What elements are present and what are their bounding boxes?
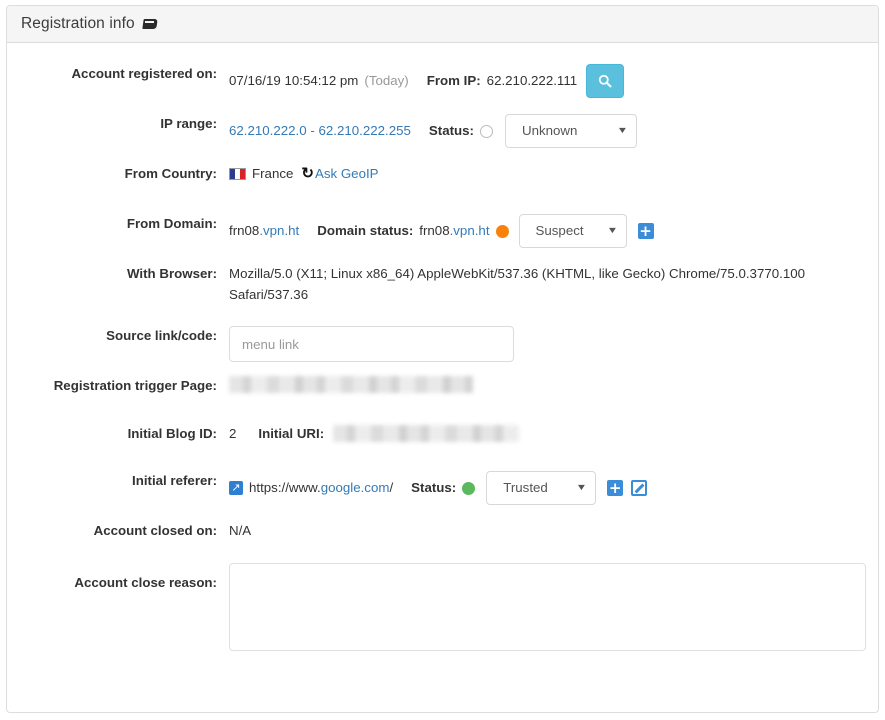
search-icon [599, 74, 612, 88]
label-domain-status: Domain status: [317, 223, 414, 239]
value-with-browser: Mozilla/5.0 (X11; Linux x86_64) AppleWeb… [229, 259, 861, 305]
referer-suffix: / [389, 480, 394, 496]
country-name: France [252, 166, 294, 181]
account-close-reason-textarea[interactable] [229, 563, 866, 651]
book-icon [143, 18, 159, 30]
domain-status-prefix: frn08 [419, 223, 450, 239]
refresh-icon: ↻ [301, 165, 314, 183]
edit-square-icon[interactable] [631, 480, 648, 496]
label-account-close-reason: Account close reason: [74, 575, 217, 590]
value-from-ip: 62.210.222.111 [486, 73, 578, 89]
plus-square-icon[interactable]: + [637, 223, 654, 239]
row-source-link: Source link/code: [17, 321, 868, 371]
registered-relative: (Today) [364, 73, 409, 89]
row-from-country: From Country: France ↻ Ask GeoIP [17, 159, 868, 209]
plus-square-icon[interactable]: + [607, 480, 624, 496]
value-from-domain: frn08 .vpn.ht Domain status: frn08 .vpn.ht… [229, 209, 654, 248]
domain-status-suffix-link[interactable]: .vpn.ht [450, 221, 490, 241]
registered-datetime: 07/16/19 10:54:12 pm [229, 73, 359, 89]
value-initial-referer: ↗ https://www. google.com / Status: Truste… [229, 466, 648, 505]
chevron-down-icon: ▼ [616, 125, 629, 136]
row-initial-blog-id: Initial Blog ID: 2 Initial URI: [17, 419, 868, 466]
referer-domain-link[interactable]: google.com [321, 478, 390, 498]
status-dot-suspect [495, 224, 509, 238]
ip-status-select[interactable]: Unknown ▼ [504, 114, 637, 148]
label-from-domain: From Domain: [126, 216, 217, 231]
registration-info-panel: Registration info Account registered on:… [6, 5, 879, 713]
domain-status-select[interactable]: Suspect ▼ [518, 214, 627, 248]
domain-suffix-link[interactable]: .vpn.ht [259, 221, 299, 241]
row-with-browser: With Browser: Mozilla/5.0 (X11; Linux x8… [17, 259, 868, 321]
ask-geoip-link[interactable]: Ask GeoIP [315, 164, 379, 184]
user-agent-text: Mozilla/5.0 (X11; Linux x86_64) AppleWeb… [229, 266, 806, 302]
label-referer-status: Status: [411, 480, 457, 496]
external-link-icon[interactable]: ↗ [229, 481, 243, 495]
referer-prefix: https://www. [249, 480, 321, 496]
flag-france-icon [229, 167, 246, 180]
panel-body: Account registered on: 07/16/19 10:54:12… [7, 43, 878, 651]
redacted-initial-uri [333, 425, 520, 443]
label-ip-range: IP range: [160, 116, 217, 131]
value-account-registered: 07/16/19 10:54:12 pm (Today) From IP: 62… [229, 59, 625, 98]
label-account-registered: Account registered on: [71, 66, 217, 81]
row-account-close-reason: Account close reason: [17, 563, 868, 651]
value-from-country: France ↻ Ask GeoIP [229, 159, 379, 184]
label-account-closed: Account closed on: [93, 523, 217, 538]
label-ip-status: Status: [428, 123, 474, 139]
row-from-domain: From Domain: frn08 .vpn.ht Domain status:… [17, 209, 868, 259]
source-link-input[interactable] [229, 326, 514, 362]
label-initial-blog-id: Initial Blog ID: [127, 426, 217, 441]
ip-range-link[interactable]: 62.210.222.0 - 62.210.222.255 [229, 121, 411, 141]
referer-status-select-value: Trusted [503, 480, 548, 496]
chevron-down-icon: ▼ [606, 225, 618, 236]
value-ip-range: 62.210.222.0 - 62.210.222.255 Status: Un… [229, 109, 637, 148]
label-registration-trigger-page: Registration trigger Page: [53, 378, 217, 393]
row-ip-range: IP range: 62.210.222.0 - 62.210.222.255 … [17, 109, 868, 159]
row-account-closed: Account closed on: N/A [17, 516, 868, 563]
chevron-down-icon: ▼ [575, 482, 588, 493]
page-title: Registration info [21, 15, 135, 32]
initial-blog-id-value: 2 [229, 426, 237, 441]
panel-header: Registration info [7, 6, 878, 43]
row-initial-referer: Initial referer: ↗ https://www. google.co… [17, 466, 868, 516]
value-initial-blog-id: 2 Initial URI: [229, 419, 520, 444]
ip-search-button[interactable] [586, 64, 625, 98]
row-registration-trigger-page: Registration trigger Page: [17, 371, 868, 419]
label-from-ip: From IP: [426, 73, 481, 89]
label-initial-referer: Initial referer: [132, 473, 217, 488]
value-registration-trigger-page [229, 371, 473, 393]
referer-status-select[interactable]: Trusted ▼ [486, 471, 597, 505]
row-account-registered: Account registered on: 07/16/19 10:54:12… [17, 59, 868, 109]
value-account-close-reason [229, 563, 866, 651]
ip-status-select-value: Unknown [521, 123, 578, 139]
value-source-link [229, 321, 514, 362]
status-dot-trusted [462, 481, 476, 495]
domain-prefix: frn08 [229, 223, 260, 239]
label-initial-uri: Initial URI: [258, 426, 325, 441]
label-source-link: Source link/code: [106, 328, 217, 343]
status-dot-unknown [479, 124, 493, 138]
redacted-trigger-page [229, 376, 473, 393]
value-account-closed: N/A [229, 523, 252, 538]
label-from-country: From Country: [124, 166, 217, 181]
domain-status-select-value: Suspect [535, 223, 584, 239]
label-with-browser: With Browser: [126, 266, 217, 281]
